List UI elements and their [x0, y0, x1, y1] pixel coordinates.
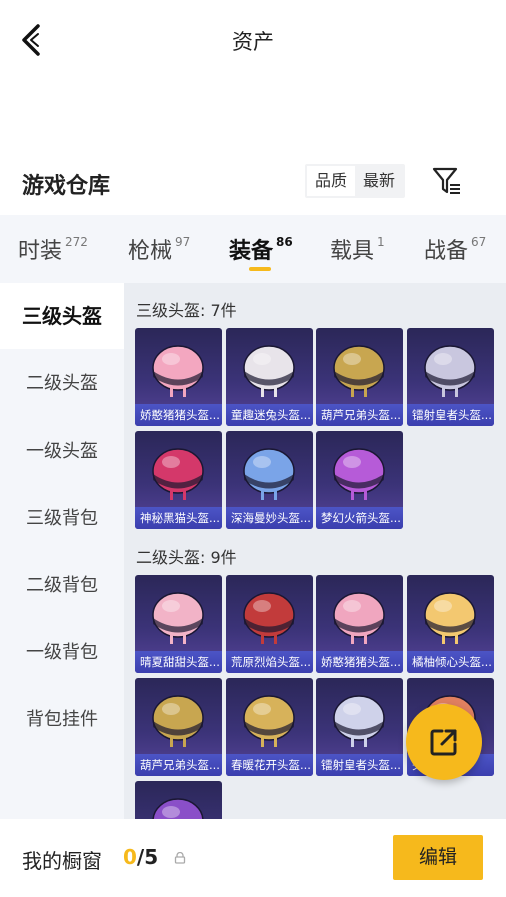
tab-count: 97 — [175, 235, 191, 249]
section-title: 二级头盔: 9件 — [136, 548, 237, 567]
tab-count: 1 — [377, 235, 385, 249]
item-card[interactable]: 娇憨猪猪头盔... — [135, 328, 222, 426]
item-card[interactable]: 春暖花开头盔... — [226, 678, 313, 776]
flower-helmet-icon — [243, 695, 295, 747]
pink-cat-helmet-icon — [152, 448, 204, 500]
item-name: 童趣迷兔头盔... — [226, 404, 313, 426]
item-name: 荒原烈焰头盔... — [226, 651, 313, 673]
item-card[interactable] — [135, 781, 222, 819]
showcase-total: 5 — [144, 845, 159, 869]
item-card[interactable]: 葫芦兄弟头盔... — [135, 678, 222, 776]
showcase-count: 0/5 — [123, 845, 158, 869]
white-bunny-helmet-icon — [243, 345, 295, 397]
pink-pig-helmet-icon — [152, 345, 204, 397]
item-name: 梦幻火箭头盔... — [316, 507, 403, 529]
item-name: 葫芦兄弟头盔... — [135, 754, 222, 776]
sidebar-item-level3-backpack[interactable]: 三级背包 — [0, 486, 124, 552]
purple-helmet-icon — [152, 798, 204, 819]
tab-count: 67 — [471, 235, 487, 249]
item-name: 神秘黑猫头盔... — [135, 507, 222, 529]
tab-guns[interactable]: 枪械 97 — [128, 233, 190, 265]
showcase-bar: 我的橱窗 0/5 编辑 — [0, 819, 506, 897]
purple-rocket-helmet-icon — [333, 448, 385, 500]
tab-label: 载具 — [330, 239, 375, 264]
item-card[interactable]: 娇憨猪猪头盔... — [316, 575, 403, 673]
tab-fashion[interactable]: 时装 272 — [18, 233, 88, 265]
edit-button[interactable]: 编辑 — [393, 835, 483, 880]
share-out-icon — [430, 729, 457, 756]
item-card[interactable]: 镭射皇者头盔... — [407, 328, 494, 426]
item-name: 深海曼妙头盔... — [226, 507, 313, 529]
item-name: 春暖花开头盔... — [226, 754, 313, 776]
pink-pig-helmet-2-icon — [333, 592, 385, 644]
tab-supplies[interactable]: 战备 67 — [424, 233, 486, 265]
top-bar: 资产 — [0, 0, 506, 80]
red-fire-helmet-icon — [243, 592, 295, 644]
tab-count: 272 — [65, 235, 88, 249]
category-tabs: 时装 272 枪械 97 装备 86 载具 1 战备 67 — [0, 215, 506, 283]
item-card[interactable]: 晴夏甜甜头盔... — [135, 575, 222, 673]
page-title: 资产 — [232, 30, 274, 54]
item-name: 晴夏甜甜头盔... — [135, 651, 222, 673]
tab-vehicles[interactable]: 载具 1 — [330, 233, 385, 265]
item-card[interactable]: 荒原烈焰头盔... — [226, 575, 313, 673]
sort-latest-button[interactable]: 最新 — [355, 166, 403, 196]
sidebar: 三级头盔 二级头盔 一级头盔 三级背包 二级背包 一级背包 背包挂件 — [0, 283, 124, 819]
tab-equipment[interactable]: 装备 86 — [229, 233, 293, 265]
tab-label: 时装 — [18, 239, 63, 264]
tab-label: 枪械 — [128, 239, 173, 264]
tab-count: 86 — [276, 235, 293, 249]
sidebar-item-level2-backpack[interactable]: 二级背包 — [0, 553, 124, 619]
sort-quality-button[interactable]: 品质 — [307, 166, 356, 196]
warehouse-header: 游戏仓库 品质 最新 — [0, 160, 506, 206]
showcase-label: 我的橱窗 — [22, 849, 102, 873]
chrome-helmet-2-icon — [333, 695, 385, 747]
sidebar-item-level3-helmet[interactable]: 三级头盔 — [0, 283, 124, 349]
item-card[interactable]: 梦幻火箭头盔... — [316, 431, 403, 529]
gold-black-helmet-icon — [333, 345, 385, 397]
showcase-used: 0 — [123, 845, 137, 869]
sidebar-item-level1-backpack[interactable]: 一级背包 — [0, 620, 124, 686]
item-card[interactable]: 神秘黑猫头盔... — [135, 431, 222, 529]
lock-icon — [174, 852, 186, 864]
share-button[interactable] — [406, 704, 482, 780]
pink-cap-helmet-icon — [152, 592, 204, 644]
item-card[interactable]: 橘柚倾心头盔... — [407, 575, 494, 673]
sidebar-item-level2-helmet[interactable]: 二级头盔 — [0, 351, 124, 417]
item-name: 娇憨猪猪头盔... — [316, 651, 403, 673]
item-name: 葫芦兄弟头盔... — [316, 404, 403, 426]
item-name: 橘柚倾心头盔... — [407, 651, 494, 673]
item-name: 镭射皇者头盔... — [407, 404, 494, 426]
gold-black-helmet-2-icon — [152, 695, 204, 747]
crown-helmet-icon — [243, 448, 295, 500]
sidebar-item-level1-helmet[interactable]: 一级头盔 — [0, 419, 124, 485]
item-card[interactable]: 深海曼妙头盔... — [226, 431, 313, 529]
sidebar-item-backpack-charm[interactable]: 背包挂件 — [0, 687, 124, 753]
item-card[interactable]: 童趣迷兔头盔... — [226, 328, 313, 426]
warehouse-title: 游戏仓库 — [22, 174, 111, 199]
item-card[interactable]: 镭射皇者头盔... — [316, 678, 403, 776]
filter-icon[interactable] — [430, 164, 464, 198]
tab-label: 战备 — [424, 239, 469, 264]
item-name: 娇憨猪猪头盔... — [135, 404, 222, 426]
sort-toggle: 品质 最新 — [305, 164, 406, 198]
item-name: 镭射皇者头盔... — [316, 754, 403, 776]
chrome-visor-helmet-icon — [424, 345, 476, 397]
item-card[interactable]: 葫芦兄弟头盔... — [316, 328, 403, 426]
tab-label: 装备 — [229, 239, 274, 264]
active-tab-indicator — [249, 267, 271, 271]
section-title: 三级头盔: 7件 — [136, 301, 237, 320]
dessert-helmet-icon — [424, 592, 476, 644]
